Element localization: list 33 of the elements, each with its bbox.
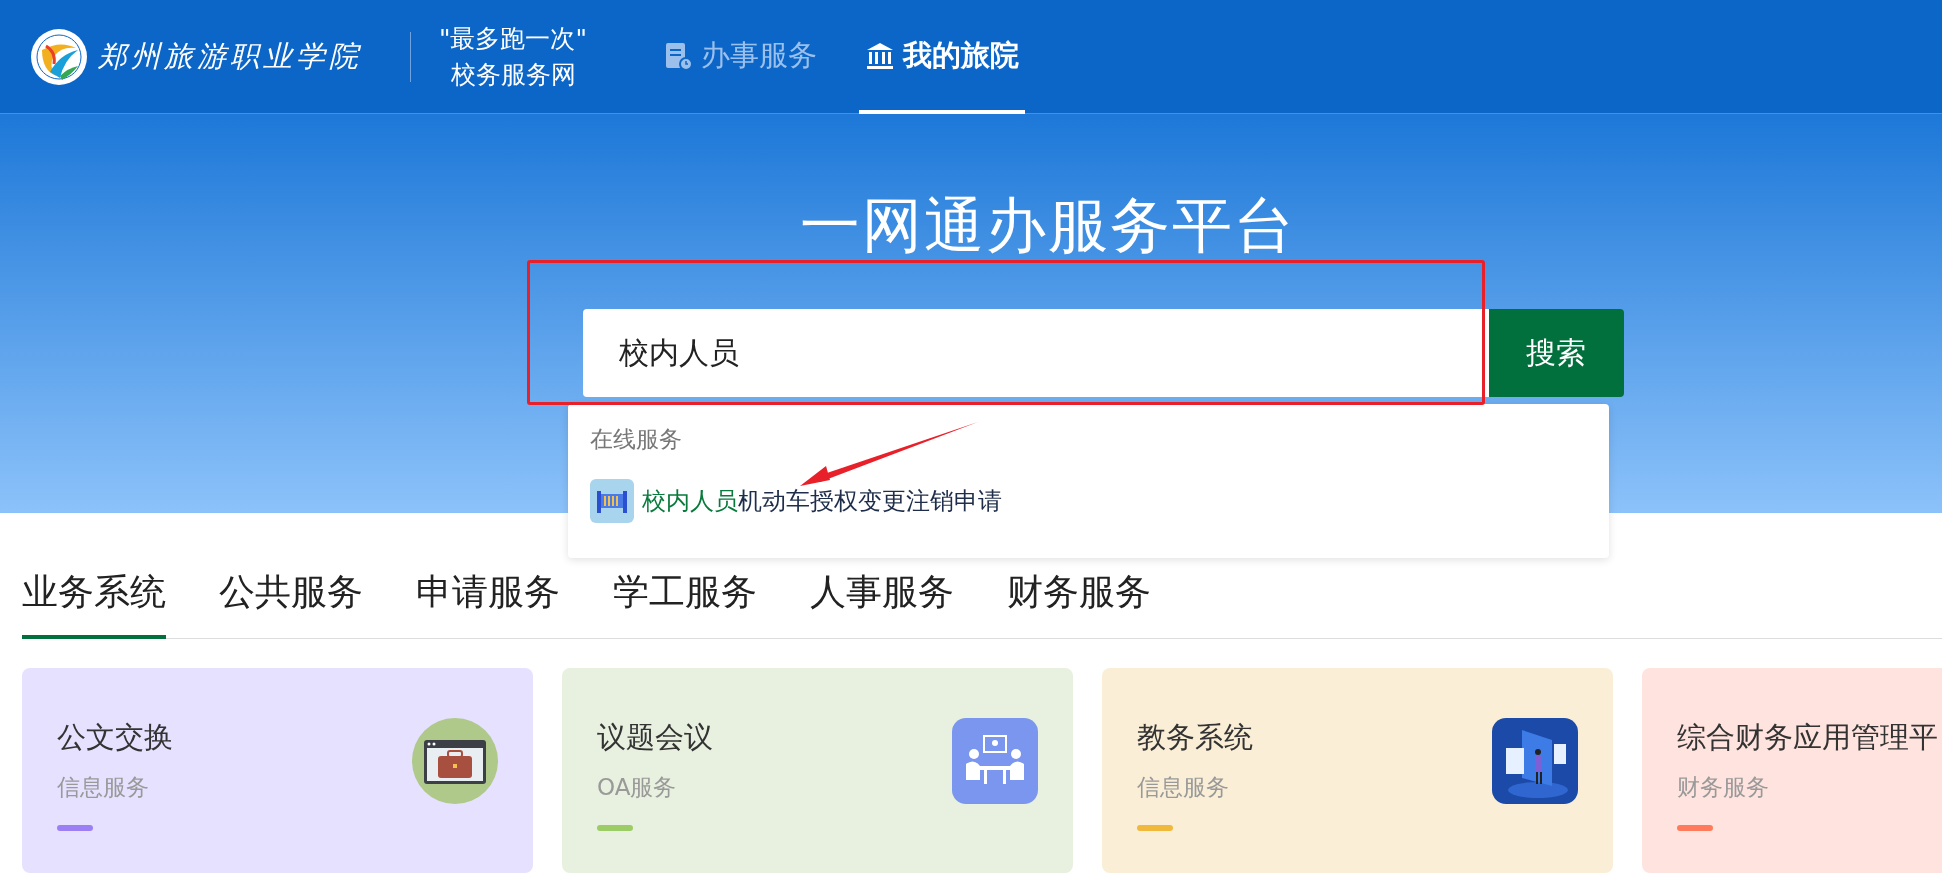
service-card[interactable]: 综合财务应用管理平 财务服务 <box>1642 668 1942 873</box>
service-card[interactable]: 教务系统 信息服务 <box>1102 668 1613 873</box>
person-with-screens-icon <box>1492 718 1578 804</box>
card-title: 议题会议 <box>597 719 714 756</box>
tagline-text: 校务服务网 <box>450 58 576 91</box>
card-subtitle: 信息服务 <box>1137 773 1230 802</box>
category-tab[interactable]: 业务系统 <box>22 567 166 639</box>
meeting-icon <box>952 718 1038 804</box>
category-tab[interactable]: 公共服务 <box>219 567 363 639</box>
service-card[interactable]: 议题会议 OA服务 <box>562 668 1073 873</box>
search-button[interactable]: 搜索 <box>1488 309 1624 397</box>
category-tab[interactable]: 财务服务 <box>1007 567 1151 639</box>
document-icon <box>663 41 693 71</box>
card-title: 教务系统 <box>1137 719 1254 756</box>
college-logo <box>30 27 88 86</box>
card-title: 公文交换 <box>57 719 174 756</box>
service-card[interactable]: 公文交换 信息服务 <box>22 668 533 873</box>
card-subtitle: 财务服务 <box>1677 773 1770 802</box>
hero-title: 一网通办服务平台 <box>800 189 1296 262</box>
bank-icon <box>865 41 895 71</box>
category-tab[interactable]: 人事服务 <box>810 567 954 639</box>
barrier-gate-icon <box>590 479 634 523</box>
category-tab[interactable]: 申请服务 <box>416 567 560 639</box>
college-name: 郑州旅游职业学院 <box>98 37 362 75</box>
suggestion-heading: 在线服务 <box>590 425 683 454</box>
search-field[interactable]: 校内人员 <box>582 309 1489 397</box>
suggestion-item[interactable]: 校内人员机动车授权变更注销申请 <box>642 485 1002 517</box>
card-title: 综合财务应用管理平 <box>1677 719 1939 756</box>
card-subtitle: OA服务 <box>597 773 678 802</box>
briefcase-icon <box>412 718 498 804</box>
tagline-text: "最多跑一次" <box>439 22 587 55</box>
card-subtitle: 信息服务 <box>57 773 150 802</box>
category-tab[interactable]: 学工服务 <box>613 567 757 639</box>
